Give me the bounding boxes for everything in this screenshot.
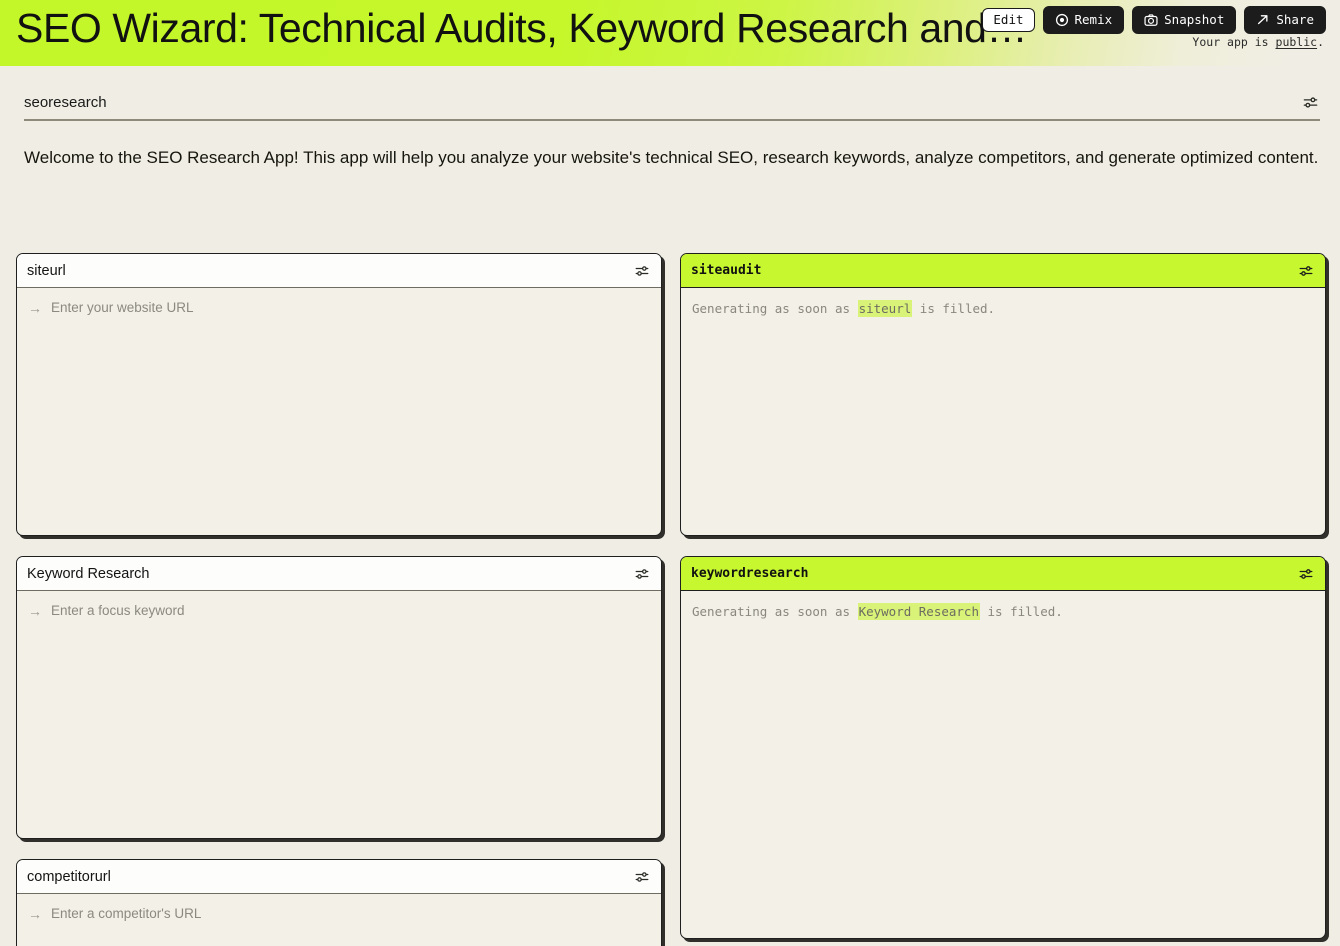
competitorurl-input[interactable]: → Enter a competitor's URL [28,906,650,921]
card-competitorurl-body[interactable]: → Enter a competitor's URL [17,894,661,946]
card-siteaudit-title: siteaudit [691,263,762,278]
left-column: siteurl → Enter your website URL Keyword… [16,253,662,946]
card-keywordresearch[interactable]: keywordresearch Generating as soon as Ke… [680,556,1326,939]
siteurl-placeholder: Enter your website URL [51,300,194,315]
sliders-icon[interactable] [1296,261,1316,281]
card-keywordresearch-body: Generating as soon as Keyword Research i… [681,591,1325,938]
card-siteurl[interactable]: siteurl → Enter your website URL [16,253,662,536]
welcome-paragraph: Welcome to the SEO Research App! This ap… [24,148,1319,167]
card-keyword-research-body[interactable]: → Enter a focus keyword [17,591,661,838]
arrow-right-icon: → [28,299,42,316]
siteaudit-status: Generating as soon as siteurl is filled. [692,300,1314,318]
edit-button[interactable]: Edit [982,7,1035,33]
siteurl-input[interactable]: → Enter your website URL [28,300,650,315]
keywordresearch-status-suffix: is filled. [980,604,1063,619]
remix-button[interactable]: Remix [1042,6,1125,34]
document-header: seoresearch [24,92,1320,121]
card-keywordresearch-title: keywordresearch [691,566,809,581]
card-keyword-research-header: Keyword Research [17,557,661,591]
right-column: siteaudit Generating as soon as siteurl … [680,253,1326,946]
card-competitorurl-header: competitorurl [17,860,661,894]
share-arrow-icon [1256,13,1270,27]
sliders-icon[interactable] [632,867,652,887]
camera-icon [1144,13,1158,27]
app-visibility-suffix: . [1317,35,1324,49]
remix-icon [1055,13,1069,27]
competitorurl-placeholder: Enter a competitor's URL [51,906,202,921]
card-keywordresearch-header: keywordresearch [681,557,1325,591]
share-button-label: Share [1276,11,1314,27]
app-header: SEO Wizard: Technical Audits, Keyword Re… [0,0,1340,66]
card-siteurl-body[interactable]: → Enter your website URL [17,288,661,535]
sliders-icon[interactable] [632,564,652,584]
header-action-bar: Edit Remix Snapshot Share [982,6,1326,34]
siteaudit-status-ref: siteurl [857,300,913,317]
card-competitorurl[interactable]: competitorurl → Enter a competitor's URL [16,859,662,946]
keyword-placeholder: Enter a focus keyword [51,603,185,618]
keywordresearch-status: Generating as soon as Keyword Research i… [692,603,1314,621]
card-siteurl-title: siteurl [27,262,66,279]
sliders-icon[interactable] [1296,564,1316,584]
siteaudit-status-suffix: is filled. [912,301,996,316]
card-siteaudit[interactable]: siteaudit Generating as soon as siteurl … [680,253,1326,536]
card-keyword-research-input[interactable]: Keyword Research → Enter a focus keyword [16,556,662,839]
arrow-right-icon: → [28,602,42,619]
siteaudit-status-prefix: Generating as soon as [692,301,858,316]
app-visibility-status: Your app is public. [1192,35,1324,49]
card-siteaudit-header: siteaudit [681,254,1325,288]
card-siteaudit-body: Generating as soon as siteurl is filled. [681,288,1325,535]
card-competitorurl-title: competitorurl [27,868,111,885]
remix-button-label: Remix [1074,11,1113,27]
app-visibility-prefix: Your app is [1192,35,1276,49]
edit-button-label: Edit [993,11,1024,27]
share-button[interactable]: Share [1244,6,1326,34]
keywordresearch-status-ref: Keyword Research [857,603,980,620]
card-grid: siteurl → Enter your website URL Keyword… [16,253,1326,946]
card-keyword-research-title: Keyword Research [27,565,150,582]
document-title: seoresearch [24,93,107,111]
sliders-icon[interactable] [632,261,652,281]
arrow-right-icon: → [28,905,42,922]
page-title: SEO Wizard: Technical Audits, Keyword Re… [16,5,1031,51]
keyword-input[interactable]: → Enter a focus keyword [28,603,650,618]
sliders-icon[interactable] [1300,92,1320,112]
keywordresearch-status-prefix: Generating as soon as [692,604,858,619]
card-siteurl-header: siteurl [17,254,661,288]
snapshot-button-label: Snapshot [1164,11,1225,27]
document-section: seoresearch Welcome to the SEO Research … [0,66,1340,170]
app-visibility-value[interactable]: public [1276,35,1318,49]
snapshot-button[interactable]: Snapshot [1132,6,1237,34]
